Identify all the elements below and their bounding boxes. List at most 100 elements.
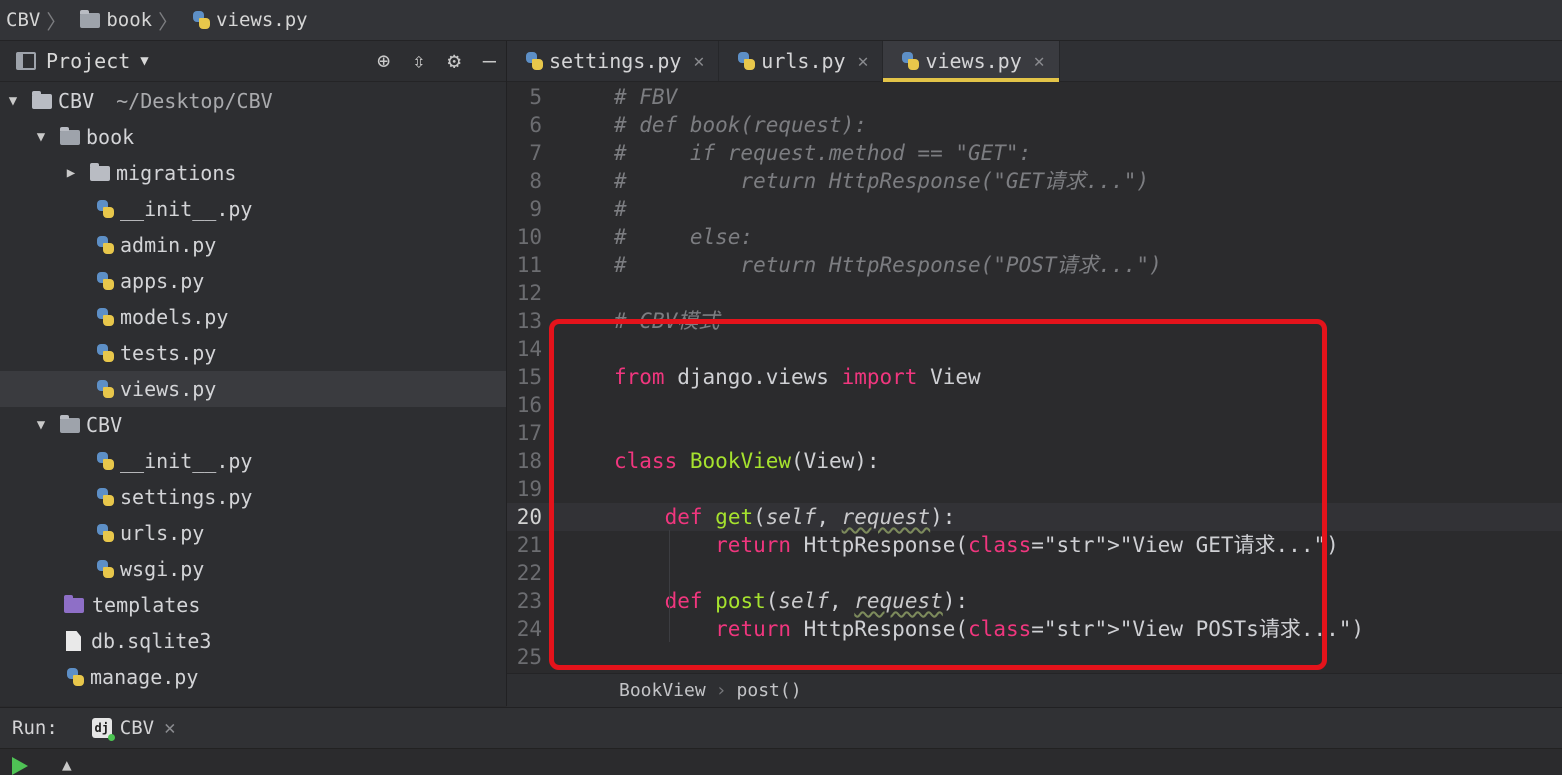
tree-item-views-py[interactable]: views.py <box>0 371 506 407</box>
python-file-icon <box>96 199 114 219</box>
line-number: 25 <box>516 645 542 669</box>
tree-item-templates[interactable]: templates <box>0 587 506 623</box>
code-text: # FBV <box>614 85 678 109</box>
line-number: 22 <box>516 561 542 585</box>
code-line[interactable]: 7 # if request.method == "GET": <box>507 139 1562 167</box>
tree-item-settings-py[interactable]: settings.py <box>0 479 506 515</box>
code-text: # if request.method == "GET": <box>614 141 1032 165</box>
close-icon[interactable]: ✕ <box>858 51 869 72</box>
python-file-icon <box>96 307 114 327</box>
python-file-icon <box>96 271 114 291</box>
breadcrumb-item-book[interactable]: book 〉 <box>80 6 186 35</box>
tree-item-init-py[interactable]: __init__.py <box>0 191 506 227</box>
run-label: Run: <box>12 717 58 739</box>
tree-item-models-py[interactable]: models.py <box>0 299 506 335</box>
chevron-right-icon: › <box>715 680 727 701</box>
python-file-icon <box>192 10 211 30</box>
python-file-icon <box>525 51 543 71</box>
close-icon[interactable]: ✕ <box>693 51 704 72</box>
tab-views-py[interactable]: views.py ✕ <box>883 41 1060 82</box>
code-text: # else: <box>614 225 754 249</box>
line-number: 21 <box>516 533 542 557</box>
close-icon[interactable]: ✕ <box>164 717 175 739</box>
run-config-tab[interactable]: CBV <box>120 717 154 739</box>
tree-item-path: ~/Desktop/CBV <box>116 89 273 113</box>
gear-icon[interactable]: ⚙ <box>448 49 461 74</box>
close-icon[interactable]: ✕ <box>1034 51 1045 72</box>
tree-item-tests-py[interactable]: tests.py <box>0 335 506 371</box>
tree-item-wsgi-py[interactable]: wsgi.py <box>0 551 506 587</box>
tree-item-label: wsgi.py <box>120 557 205 581</box>
python-file-icon <box>96 559 114 579</box>
code-line[interactable]: 8 # return HttpResponse("GET请求...") <box>507 167 1562 195</box>
code-text: # return HttpResponse("POST请求...") <box>614 253 1162 277</box>
line-number: 14 <box>516 337 542 361</box>
collapse-all-icon[interactable]: ⇳ <box>412 49 425 74</box>
code-line[interactable]: 6 # def book(request): <box>507 111 1562 139</box>
python-file-icon <box>96 487 114 507</box>
line-number: 16 <box>516 393 542 417</box>
tab-settings-py[interactable]: settings.py ✕ <box>507 41 720 81</box>
tree-item-label: templates <box>92 593 201 617</box>
python-file-icon <box>66 667 84 687</box>
project-panel-header: Project ▼ ⊕ ⇳ ⚙ — <box>0 41 506 82</box>
breadcrumb-item-project[interactable]: CBV 〉 <box>6 6 74 35</box>
tree-item-label: book <box>86 125 135 149</box>
tab-label: views.py <box>925 49 1022 73</box>
tree-item-label: __init__.py <box>120 197 253 221</box>
code-crumb-method[interactable]: post() <box>737 680 802 701</box>
file-icon <box>66 631 81 651</box>
tree-item-cbv-package[interactable]: ▼ CBV <box>0 407 506 443</box>
tree-item-cbv-init-py[interactable]: __init__.py <box>0 443 506 479</box>
hide-panel-icon[interactable]: — <box>483 49 496 74</box>
package-folder-icon <box>60 414 80 433</box>
python-file-icon <box>96 523 114 543</box>
tree-item-book[interactable]: ▼ book <box>0 119 506 155</box>
expand-arrow-icon[interactable]: ▼ <box>34 129 48 145</box>
arrow-up-icon[interactable]: ▲ <box>62 755 72 774</box>
code-breadcrumb: BookView › post() <box>507 673 1562 707</box>
breadcrumb-label: views.py <box>216 9 308 31</box>
tree-item-manage-py[interactable]: manage.py <box>0 659 506 695</box>
line-number: 18 <box>516 449 542 473</box>
expand-arrow-icon[interactable]: ▼ <box>34 417 48 433</box>
breadcrumb-item-views[interactable]: views.py <box>192 9 308 31</box>
tab-label: urls.py <box>761 49 846 73</box>
code-line[interactable]: 5 # FBV <box>507 83 1562 111</box>
code-line[interactable]: 10 # else: <box>507 223 1562 251</box>
tree-item-admin-py[interactable]: admin.py <box>0 227 506 263</box>
run-console: ▲ <box>0 748 1562 775</box>
tree-item-cbv-root[interactable]: ▼ CBV ~/Desktop/CBV <box>0 83 506 119</box>
line-number: 17 <box>516 421 542 445</box>
tree-item-migrations[interactable]: ▶ migrations <box>0 155 506 191</box>
chevron-right-icon: 〉 <box>158 9 179 34</box>
locate-file-icon[interactable]: ⊕ <box>377 49 390 74</box>
code-text: # return HttpResponse("GET请求...") <box>614 169 1150 193</box>
expand-arrow-icon[interactable]: ▼ <box>6 93 20 109</box>
line-number: 20 <box>516 505 542 529</box>
code-line[interactable]: 11 # return HttpResponse("POST请求...") <box>507 251 1562 279</box>
tree-item-label: CBV <box>58 89 95 113</box>
code-line[interactable]: 12 <box>507 279 1562 307</box>
tree-item-label: manage.py <box>90 665 199 689</box>
python-file-icon <box>96 451 114 471</box>
tree-item-apps-py[interactable]: apps.py <box>0 263 506 299</box>
tree-item-db-sqlite3[interactable]: db.sqlite3 <box>0 623 506 659</box>
tree-item-urls-py[interactable]: urls.py <box>0 515 506 551</box>
code-crumb-class[interactable]: BookView <box>619 680 706 701</box>
play-icon[interactable] <box>12 757 28 775</box>
collapsed-arrow-icon[interactable]: ▶ <box>64 165 78 181</box>
python-file-icon <box>737 51 756 71</box>
python-file-icon <box>96 379 114 399</box>
tab-urls-py[interactable]: urls.py ✕ <box>719 41 884 81</box>
line-number: 13 <box>516 309 542 333</box>
code-line[interactable]: 9 # <box>507 195 1562 223</box>
line-number: 12 <box>516 281 542 305</box>
editor-tab-bar: settings.py ✕ urls.py ✕ views.py ✕ <box>507 41 1562 82</box>
templates-folder-icon <box>64 594 84 613</box>
caret-down-icon[interactable]: ▼ <box>140 53 148 69</box>
folder-icon <box>32 90 52 109</box>
project-view-selector[interactable]: Project <box>46 49 130 73</box>
folder-icon <box>90 162 110 181</box>
run-tool-window-bar: Run: dj CBV ✕ <box>0 707 1562 748</box>
